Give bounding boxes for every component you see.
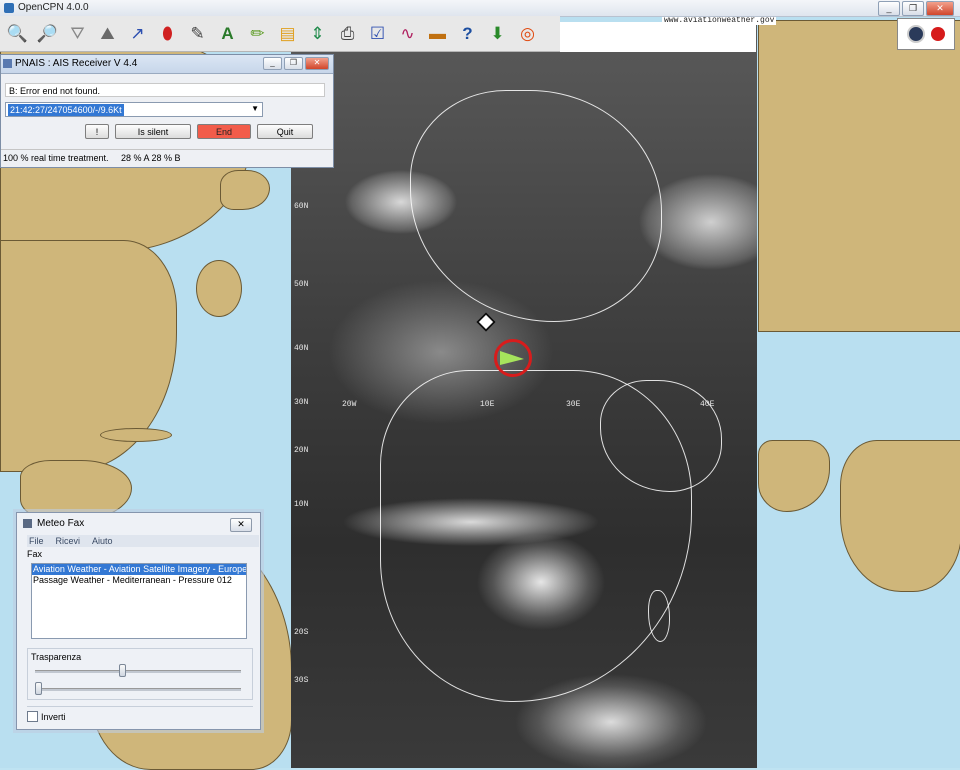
pnais-app-icon	[3, 59, 12, 68]
pnais-silent-button[interactable]: Is silent	[115, 124, 191, 139]
meteo-close-button[interactable]: ✕	[230, 518, 252, 532]
invert-option[interactable]: Inverti	[27, 711, 66, 722]
chart-icon[interactable]: ☑	[364, 19, 391, 48]
coast-madagascar	[648, 590, 670, 642]
meteo-divider	[27, 706, 253, 707]
restore-button[interactable]: ❐	[902, 1, 924, 16]
grid-label-50n: 50N	[294, 280, 309, 289]
app-titlebar: OpenCPN 4.0.0 _ ❐ ✕	[0, 0, 960, 17]
pnais-message-combo[interactable]: 21:42:27/247054600/-/9.6Kt ▼	[5, 102, 263, 117]
track-icon[interactable]: ↗	[124, 19, 151, 48]
pnais-statusbar: 100 % real time treatment. 28 % A 28 % B	[1, 149, 333, 167]
help-icon[interactable]: ?	[454, 19, 481, 48]
grid-label-20w: 20W	[342, 400, 357, 409]
pnais-minimize-button[interactable]: _	[263, 57, 282, 70]
grid-label-30n: 30N	[294, 398, 309, 407]
secondary-slider-thumb[interactable]	[35, 682, 42, 695]
pnais-footer-left: 100 % real time treatment.	[3, 153, 109, 163]
grid-label-40e: 40E	[700, 400, 715, 409]
land-newfoundland	[196, 260, 242, 317]
grid-label-30s: 30S	[294, 676, 309, 685]
pencil-icon[interactable]: ✏	[244, 19, 271, 48]
list-item[interactable]: Passage Weather - Mediterranean - Pressu…	[32, 575, 246, 586]
transparency-slider-thumb[interactable]	[118, 664, 126, 677]
pnais-quit-button[interactable]: Quit	[257, 124, 313, 139]
ruler-icon[interactable]: ✎	[184, 19, 211, 48]
zoom-out-icon[interactable]: 🔎	[34, 19, 61, 48]
land-asia-north	[758, 20, 960, 332]
meteo-app-icon	[23, 519, 32, 528]
grid-label-40n: 40N	[294, 344, 309, 353]
list-item[interactable]: Aviation Weather - Aviation Satellite Im…	[32, 564, 246, 575]
land-se-asia	[840, 440, 960, 592]
land-cuba	[100, 428, 172, 442]
pnais-end-button[interactable]: End	[197, 124, 251, 139]
fax-header-strip	[560, 22, 756, 52]
transparency-slider-track[interactable]	[35, 670, 241, 673]
grid-label-10n: 10N	[294, 500, 309, 509]
download-icon[interactable]: ⬇	[484, 19, 511, 48]
mob-icon[interactable]: ⬮	[154, 19, 181, 48]
menu-ricevi[interactable]: Ricevi	[56, 535, 81, 547]
lifebuoy-icon[interactable]: ◎	[514, 19, 541, 48]
secondary-slider-track[interactable]	[35, 688, 241, 691]
grid-label-20n: 20N	[294, 446, 309, 455]
grid-label-30e: 30E	[566, 400, 581, 409]
route-icon[interactable]: ⛰	[94, 19, 121, 48]
compass-panel[interactable]	[897, 18, 955, 50]
text-icon[interactable]: A	[214, 19, 241, 48]
grid-label-60n: 60N	[294, 202, 309, 211]
chevron-down-icon[interactable]: ▼	[251, 104, 259, 113]
pnais-close-button[interactable]: ✕	[305, 57, 329, 70]
pnais-bang-button[interactable]: !	[85, 124, 109, 139]
pnais-title: PNAIS : AIS Receiver V 4.4	[15, 58, 138, 69]
gps-status-icon	[931, 27, 945, 41]
invert-checkbox[interactable]	[27, 711, 38, 722]
menu-aiuto[interactable]: Aiuto	[92, 535, 113, 547]
grid-label-20s: 20S	[294, 628, 309, 637]
minimize-button[interactable]: _	[878, 1, 900, 16]
menu-file[interactable]: File	[29, 535, 44, 547]
pnais-titlebar[interactable]: PNAIS : AIS Receiver V 4.4 _ ❐ ✕	[1, 55, 333, 74]
grid-label-10e: 10E	[480, 400, 495, 409]
wave-icon[interactable]: ∿	[394, 19, 421, 48]
pnais-combo-value: 21:42:27/247054600/-/9.6Kt	[8, 104, 124, 116]
pnais-footer-right: 28 % A 28 % B	[121, 153, 181, 163]
invert-label: Inverti	[41, 711, 66, 722]
meteo-titlebar[interactable]: Meteo Fax ✕	[17, 513, 260, 533]
pnais-maximize-button[interactable]: ❐	[284, 57, 303, 70]
layers-icon[interactable]: ▤	[274, 19, 301, 48]
pnais-window: PNAIS : AIS Receiver V 4.4 _ ❐ ✕ B: Erro…	[0, 54, 334, 168]
fax-list[interactable]: Aviation Weather - Aviation Satellite Im…	[31, 563, 247, 639]
zoom-in-icon[interactable]: 🔍	[4, 19, 31, 48]
compass-icon[interactable]	[907, 25, 925, 43]
scale-icon[interactable]: ⇕	[304, 19, 331, 48]
fax-group-label: Fax	[27, 549, 43, 559]
meteo-title: Meteo Fax	[37, 518, 85, 529]
print-icon[interactable]: ⎙	[334, 19, 361, 48]
own-ship-icon[interactable]	[500, 351, 524, 365]
funnel-icon[interactable]: ⛛	[64, 19, 91, 48]
main-toolbar: 🔍 🔎 ⛛ ⛰ ↗ ⬮ ✎ A ✏ ▤ ⇕ ⎙ ☑ ∿ ▬ ? ⬇ ◎	[0, 16, 560, 52]
meteo-menubar: File Ricevi Aiuto	[27, 535, 259, 547]
transparency-label: Trasparenza	[31, 652, 82, 662]
opencpn-icon	[4, 3, 14, 13]
app-title: OpenCPN 4.0.0	[18, 2, 89, 13]
meteo-fax-window: Meteo Fax ✕ File Ricevi Aiuto Fax Aviati…	[16, 512, 261, 730]
fax-watermark: www.aviationweather.gov	[662, 16, 777, 25]
pnais-status-field: B: Error end not found.	[5, 83, 325, 97]
close-button[interactable]: ✕	[926, 1, 954, 16]
weather-icon[interactable]: ▬	[424, 19, 451, 48]
